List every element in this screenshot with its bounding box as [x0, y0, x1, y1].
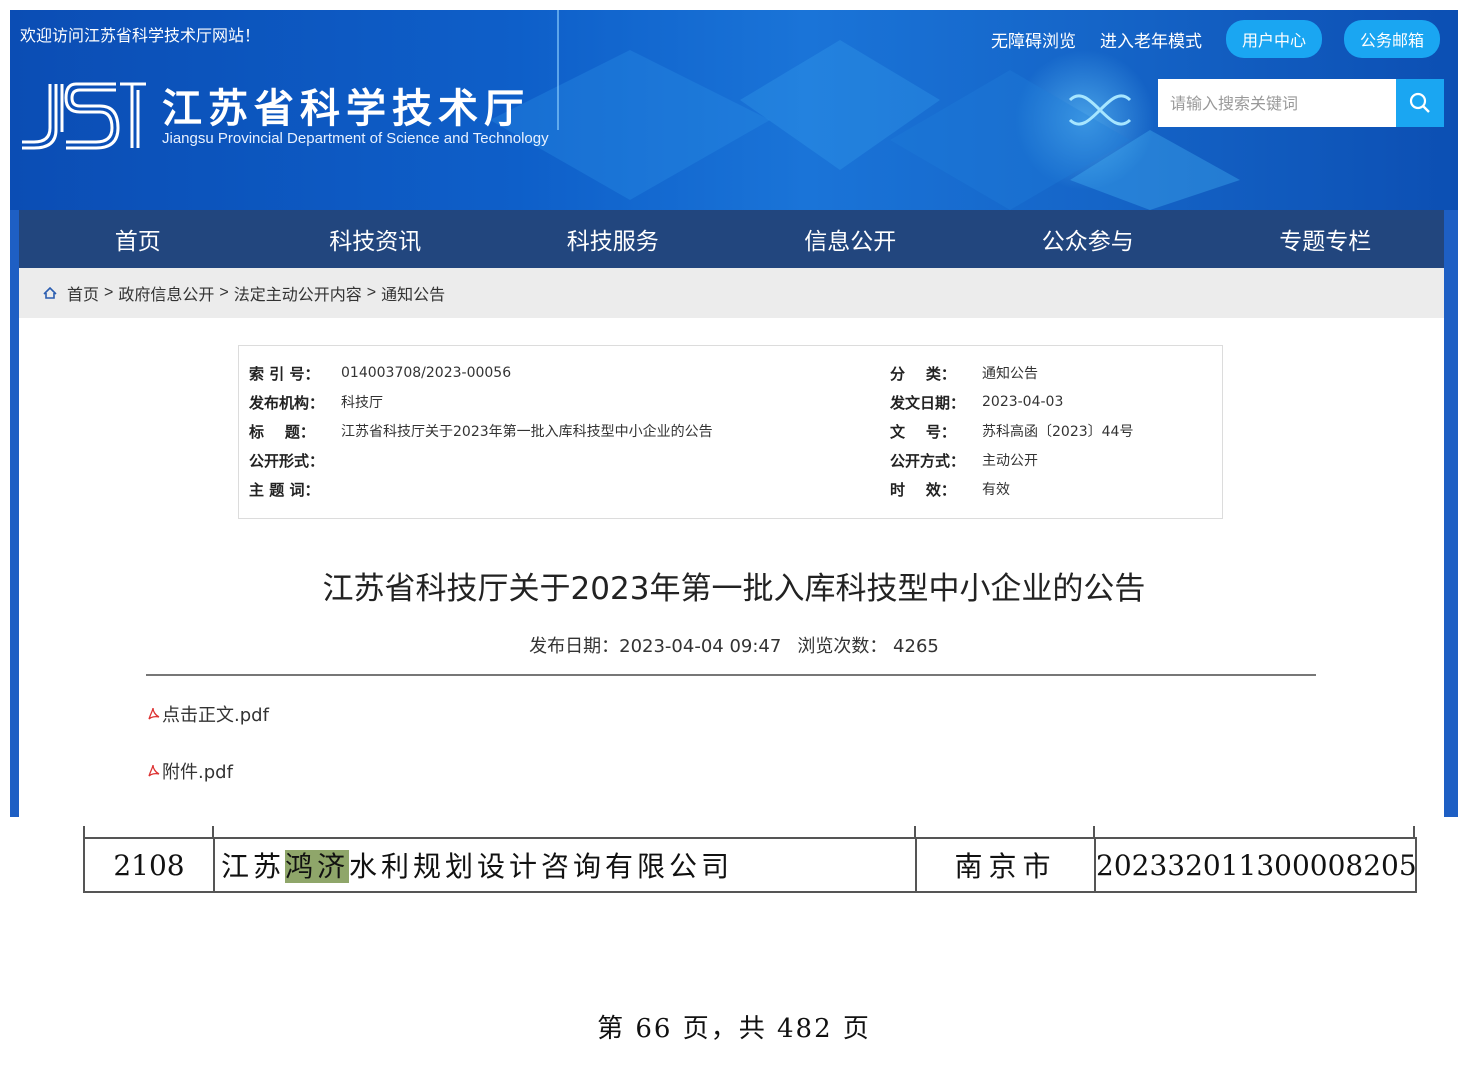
meta-value: 014003708/2023-00056	[341, 365, 512, 381]
attachment-link[interactable]: 附件.pdf	[162, 758, 233, 784]
article-title: 江苏省科技厅关于2023年第一批入库科技型中小企业的公告	[322, 571, 1146, 607]
meta-row-category: 分 类： 通知公告	[890, 362, 1038, 384]
meta-label: 发文日期：	[890, 393, 966, 412]
meta-label: 文 号：	[890, 422, 956, 441]
pdf-icon	[146, 764, 160, 778]
metadata-box: 索 引 号： 014003708/2023-00056 发布机构： 科技厅 标 …	[238, 345, 1223, 519]
table-row: 2108 江苏鸿济水利规划设计咨询有限公司 南京市 20233201130000…	[83, 837, 1417, 893]
meta-row-doc-number: 文 号： 苏科高函〔2023〕44号	[890, 420, 1133, 442]
home-icon[interactable]	[43, 287, 57, 299]
meta-row-index: 索 引 号： 014003708/2023-00056	[249, 362, 511, 384]
welcome-text: 欢迎访问江苏省科学技术厅网站！	[20, 26, 261, 45]
search-button[interactable]	[1396, 79, 1444, 127]
breadcrumb-statutory[interactable]: 法定主动公开内容	[234, 281, 362, 305]
meta-row-issue-date: 发文日期： 2023-04-03	[890, 391, 1063, 413]
meta-label: 发布机构：	[249, 393, 325, 412]
nav-item-info-disclosure[interactable]: 信息公开	[732, 222, 970, 256]
breadcrumb-separator: >	[219, 284, 229, 301]
pdf-page-footer: 第 66 页，共 482 页	[597, 1014, 871, 1044]
publish-date: 发布日期：2023-04-04 09:47	[529, 636, 782, 657]
attachment-link[interactable]: 点击正文.pdf	[162, 701, 269, 727]
nav-item-special-columns[interactable]: 专题专栏	[1207, 222, 1445, 256]
nav-item-tech-news[interactable]: 科技资讯	[257, 222, 495, 256]
meta-label: 索 引 号：	[249, 364, 320, 383]
meta-label: 主 题 词：	[249, 480, 320, 499]
pdf-icon	[146, 707, 160, 721]
search-icon	[1409, 92, 1430, 113]
user-center-button[interactable]: 用户中心	[1225, 20, 1322, 58]
search-input[interactable]	[1158, 79, 1396, 127]
company-city: 南京市	[915, 837, 1096, 893]
meta-value: 江苏省科技厅关于2023年第一批入库科技型中小企业的公告	[341, 424, 713, 440]
breadcrumb-separator: >	[104, 284, 114, 301]
meta-row-publisher: 发布机构： 科技厅	[249, 391, 383, 413]
meta-label: 公开形式：	[249, 451, 325, 470]
accessibility-link[interactable]: 无障碍浏览	[991, 27, 1076, 52]
meta-value: 科技厅	[341, 395, 383, 411]
meta-value: 主动公开	[982, 453, 1038, 469]
meta-value: 苏科高函〔2023〕44号	[982, 424, 1134, 440]
attachment-appendix[interactable]: 附件.pdf	[146, 758, 233, 784]
nav-item-tech-services[interactable]: 科技服务	[494, 222, 732, 256]
breadcrumb-separator: >	[366, 284, 377, 301]
nav-item-public-participation[interactable]: 公众参与	[969, 222, 1207, 256]
breadcrumb-home[interactable]: 首页	[67, 281, 99, 305]
header-banner: 欢迎访问江苏省科学技术厅网站！ 无障碍浏览 进入老年模式 用户中心 公务邮箱 江…	[10, 10, 1458, 210]
search-highlight: 鸿济	[285, 850, 350, 883]
meta-value: 有效	[982, 482, 1010, 498]
view-count: 浏览次数： 4265	[797, 636, 939, 657]
breadcrumb-gov-info[interactable]: 政府信息公开	[118, 281, 214, 305]
title-divider	[146, 674, 1316, 676]
left-border-strip	[10, 210, 19, 817]
right-border-strip	[1444, 210, 1458, 817]
pdf-company-table: 2108 江苏鸿济水利规划设计咨询有限公司 南京市 20233201130000…	[83, 837, 1417, 893]
meta-row-validity: 时 效： 有效	[890, 478, 1010, 500]
attachment-main[interactable]: 点击正文.pdf	[146, 701, 269, 727]
meta-value: 2023-04-03	[982, 394, 1064, 410]
company-name-post: 水利规划设计咨询有限公司	[349, 850, 734, 883]
company-name: 江苏鸿济水利规划设计咨询有限公司	[213, 837, 917, 893]
article-info: 发布日期：2023-04-04 09:47 浏览次数： 4265	[0, 632, 1468, 658]
breadcrumb-notices[interactable]: 通知公告	[381, 281, 445, 305]
site-name-en: Jiangsu Provincial Department of Science…	[162, 130, 549, 147]
breadcrumb: 首页 > 政府信息公开 > 法定主动公开内容 > 通知公告	[19, 268, 1444, 318]
company-name-pre: 江苏	[221, 850, 286, 883]
meta-row-keywords: 主 题 词：	[249, 478, 341, 500]
meta-value: 通知公告	[982, 366, 1038, 382]
top-links: 无障碍浏览 进入老年模式 用户中心 公务邮箱	[991, 20, 1440, 58]
meta-row-public-form: 公开形式：	[249, 449, 341, 471]
meta-label: 标 题：	[249, 422, 315, 441]
meta-label: 时 效：	[890, 480, 956, 499]
official-mail-button[interactable]: 公务邮箱	[1343, 20, 1440, 58]
site-name: 江苏省科学技术厅	[162, 86, 530, 132]
meta-label: 分 类：	[890, 364, 956, 383]
registration-code: 202332011300008205	[1094, 837, 1417, 893]
meta-row-title: 标 题： 江苏省科技厅关于2023年第一批入库科技型中小企业的公告	[249, 420, 713, 442]
row-number: 2108	[83, 837, 215, 893]
nav-item-home[interactable]: 首页	[19, 222, 257, 256]
meta-label: 公开方式：	[890, 451, 966, 470]
main-nav: 首页 科技资讯 科技服务 信息公开 公众参与 专题专栏	[19, 210, 1444, 268]
meta-row-public-method: 公开方式： 主动公开	[890, 449, 1038, 471]
jst-logo-icon	[22, 82, 146, 150]
elder-mode-link[interactable]: 进入老年模式	[1100, 27, 1202, 52]
